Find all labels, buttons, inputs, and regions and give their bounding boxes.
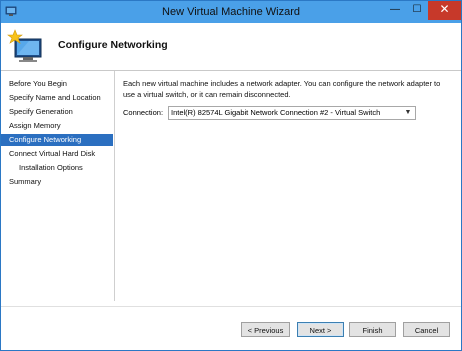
- connection-row: Connection: Intel(R) 82574L Gigabit Netw…: [123, 106, 453, 120]
- connection-label: Connection:: [123, 108, 164, 117]
- next-button[interactable]: Next >: [297, 322, 344, 337]
- wizard-steps-nav: Before You Begin Specify Name and Locati…: [1, 71, 114, 301]
- wizard-header: Configure Networking: [1, 23, 461, 71]
- nav-item-summary[interactable]: Summary: [1, 176, 113, 188]
- nav-item-assign-memory[interactable]: Assign Memory: [1, 120, 113, 132]
- virtual-machine-wizard-icon: [7, 29, 42, 62]
- nav-item-before-you-begin[interactable]: Before You Begin: [1, 78, 113, 90]
- nav-item-configure-networking[interactable]: Configure Networking: [1, 134, 113, 146]
- nav-item-connect-virtual-hard-disk[interactable]: Connect Virtual Hard Disk: [1, 148, 113, 160]
- footer-divider: [1, 306, 461, 307]
- wizard-window: New Virtual Machine Wizard — ☐ ✕ Configu…: [0, 0, 462, 351]
- nav-item-specify-name-and-location[interactable]: Specify Name and Location: [1, 92, 113, 104]
- minimize-button[interactable]: —: [384, 1, 406, 20]
- networking-panel: Each new virtual machine includes a netw…: [123, 79, 453, 120]
- title-bar[interactable]: New Virtual Machine Wizard — ☐ ✕: [1, 1, 461, 23]
- maximize-button[interactable]: ☐: [406, 1, 428, 20]
- previous-button[interactable]: < Previous: [241, 322, 290, 337]
- networking-description: Each new virtual machine includes a netw…: [123, 79, 441, 99]
- cancel-button[interactable]: Cancel: [403, 322, 450, 337]
- connection-selected-value: Intel(R) 82574L Gigabit Network Connecti…: [171, 108, 381, 117]
- finish-button[interactable]: Finish: [349, 322, 396, 337]
- page-title: Configure Networking: [58, 39, 168, 51]
- nav-item-installation-options[interactable]: Installation Options: [1, 162, 113, 174]
- chevron-down-icon[interactable]: ▼: [403, 107, 413, 119]
- nav-divider: [114, 71, 115, 301]
- close-button[interactable]: ✕: [428, 1, 461, 20]
- connection-select[interactable]: Intel(R) 82574L Gigabit Network Connecti…: [168, 106, 416, 120]
- nav-item-specify-generation[interactable]: Specify Generation: [1, 106, 113, 118]
